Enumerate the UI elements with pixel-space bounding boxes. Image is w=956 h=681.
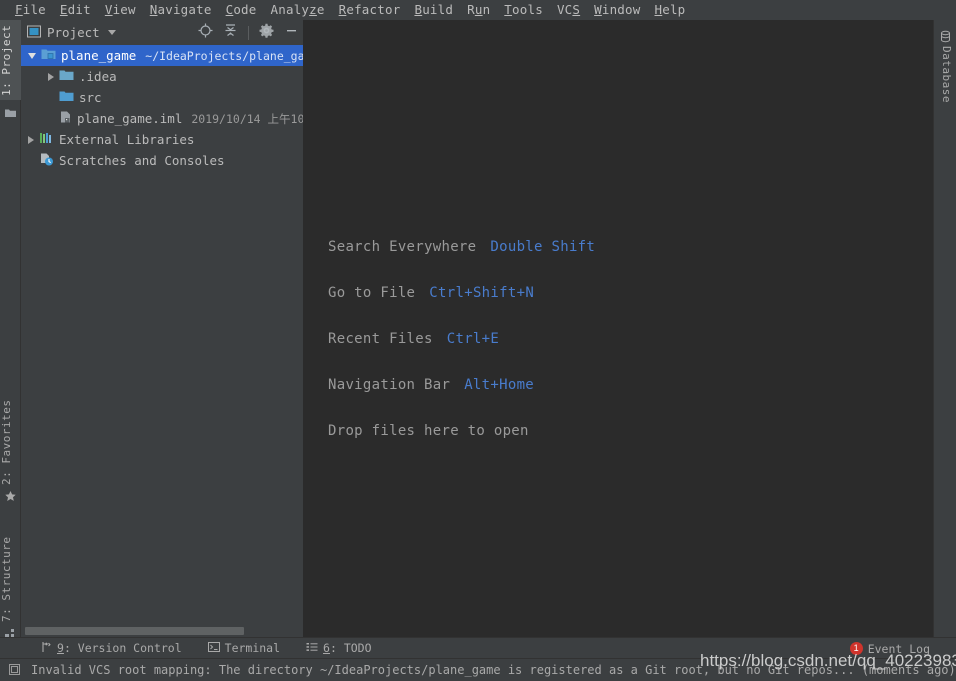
menu-item-refactor[interactable]: Refactor	[332, 0, 408, 20]
sidebar-item-database-label: Database	[940, 46, 953, 103]
collapse-all-icon[interactable]	[223, 23, 238, 42]
tree-row[interactable]: .idea	[21, 66, 304, 87]
editor-hint-action: Search Everywhere	[328, 239, 477, 255]
watermark: https://blog.csdn.net/qq_40223983	[700, 651, 956, 670]
terminal-icon	[207, 641, 220, 656]
menu-bar: File Edit View Navigate Code Analyze Refactor B…	[0, 0, 956, 20]
libraries-icon	[39, 131, 54, 148]
gear-icon[interactable]	[259, 23, 274, 42]
editor-hint-action: Drop files here to open	[328, 423, 529, 439]
project-window-icon	[27, 23, 41, 42]
sidebar-item-project[interactable]: 1: Project	[0, 20, 21, 100]
toolbar-divider	[248, 25, 249, 40]
star-icon	[4, 488, 17, 501]
menu-item-edit[interactable]: Edit	[53, 0, 98, 20]
ide-window: File Edit View Navigate Code Analyze Refactor B…	[0, 0, 956, 681]
editor-hint-shortcut: Double Shift	[490, 239, 596, 255]
menu-item-window[interactable]: Window	[587, 0, 647, 20]
editor-hint-row: Navigation Bar Alt+Home	[328, 377, 888, 423]
project-panel-header: Project	[21, 20, 304, 45]
module-folder-icon	[41, 47, 56, 64]
tree-row[interactable]: src	[21, 87, 304, 108]
editor-hints: Search Everywhere Double Shift Go to File C…	[328, 239, 888, 469]
left-tool-window-rail: 1: Project 2: Favorites 7: Structure	[0, 20, 21, 638]
editor-hint-row: Search Everywhere Double Shift	[328, 239, 888, 285]
folder-icon	[59, 68, 74, 85]
tree-row[interactable]: External Libraries	[21, 129, 304, 150]
todo-list-icon	[306, 641, 318, 656]
project-panel-title: Project	[47, 25, 100, 40]
bottom-tab-todo-label: 6: TODO	[323, 641, 372, 655]
scratches-icon	[39, 152, 54, 169]
bottom-tab-terminal[interactable]: Terminal	[207, 641, 281, 656]
project-tree-hscrollbar[interactable]	[21, 625, 304, 637]
editor-hint-action: Recent Files	[328, 331, 433, 347]
sidebar-item-favorites[interactable]: 2: Favorites	[0, 395, 21, 490]
editor-hint-shortcut: Ctrl+E	[446, 331, 500, 347]
tree-node-detail: 2019/10/14 上午10	[191, 111, 304, 126]
tree-node-label: plane_game.iml	[77, 111, 183, 126]
project-tree-hscrollbar-thumb[interactable]	[25, 627, 244, 635]
source-folder-icon	[59, 89, 74, 106]
tree-row[interactable]: plane_game.iml 2019/10/14 上午10	[21, 108, 304, 129]
chevron-right-icon[interactable]	[48, 72, 54, 81]
tree-node-label: Scratches and Consoles	[59, 153, 225, 168]
tree-node-label: .idea	[79, 69, 117, 84]
iml-file-icon	[59, 110, 72, 127]
project-tree[interactable]: plane_game ~/IdeaProjects/plane_ga .idea sr…	[21, 45, 304, 627]
branch-icon	[40, 641, 52, 656]
menu-item-run[interactable]: Run	[460, 0, 497, 20]
editor-empty-area[interactable]: Search Everywhere Double Shift Go to File C…	[304, 20, 933, 637]
menu-item-analyze[interactable]: Analyze	[264, 0, 332, 20]
menu-item-navigate[interactable]: Navigate	[143, 0, 219, 20]
editor-hint-shortcut: Ctrl+Shift+N	[429, 285, 535, 301]
editor-hint-shortcut: Alt+Home	[464, 377, 535, 393]
chevron-down-icon[interactable]	[107, 30, 116, 35]
menu-item-code[interactable]: Code	[219, 0, 264, 20]
window-square-icon[interactable]	[9, 661, 22, 680]
bottom-tab-version-control[interactable]: 9: Version Control	[40, 641, 182, 656]
database-icon	[939, 28, 952, 43]
chevron-down-icon[interactable]	[28, 52, 36, 59]
crosshair-target-icon[interactable]	[198, 23, 213, 42]
sidebar-item-favorites-label: 2: Favorites	[0, 399, 13, 486]
editor-hint-row: Recent Files Ctrl+E	[328, 331, 888, 377]
editor-hint-action: Go to File	[328, 285, 416, 301]
editor-hint-row: Go to File Ctrl+Shift+N	[328, 285, 888, 331]
editor-hint-action: Navigation Bar	[328, 377, 451, 393]
bottom-tab-terminal-label: Terminal	[224, 641, 281, 655]
project-tool-window: Project plane_game ~/IdeaProjects/plane_…	[21, 20, 304, 637]
project-panel-title-group[interactable]: Project	[21, 23, 116, 42]
menu-item-build[interactable]: Build	[407, 0, 460, 20]
sidebar-item-project-label: 1: Project	[0, 24, 13, 96]
menu-item-view[interactable]: View	[98, 0, 143, 20]
editor-hint-row: Drop files here to open	[328, 423, 888, 469]
menu-item-tools[interactable]: Tools	[497, 0, 550, 20]
minimize-icon[interactable]	[284, 23, 299, 42]
right-tool-window-rail: Database	[933, 20, 956, 637]
chevron-right-icon[interactable]	[28, 135, 34, 144]
menu-item-vcs[interactable]: VCS	[550, 0, 587, 20]
tree-node-label: src	[79, 90, 102, 105]
folder-icon	[4, 104, 17, 117]
sidebar-item-structure-label: 7: Structure	[0, 536, 13, 623]
tree-node-detail: ~/IdeaProjects/plane_ga	[145, 48, 304, 63]
sidebar-item-structure[interactable]: 7: Structure	[0, 532, 21, 627]
bottom-tab-todo[interactable]: 6: TODO	[306, 641, 372, 656]
tree-node-label: plane_game	[61, 48, 137, 63]
sidebar-item-database[interactable]: Database	[940, 46, 953, 103]
tree-row[interactable]: Scratches and Consoles	[21, 150, 304, 171]
menu-item-file[interactable]: File	[8, 0, 53, 20]
project-panel-toolbar	[198, 20, 299, 45]
tree-row[interactable]: plane_game ~/IdeaProjects/plane_ga	[21, 45, 304, 66]
bottom-tab-version-control-label: 9: Version Control	[57, 641, 182, 655]
menu-item-help[interactable]: Help	[648, 0, 693, 20]
tree-node-label: External Libraries	[59, 132, 195, 147]
